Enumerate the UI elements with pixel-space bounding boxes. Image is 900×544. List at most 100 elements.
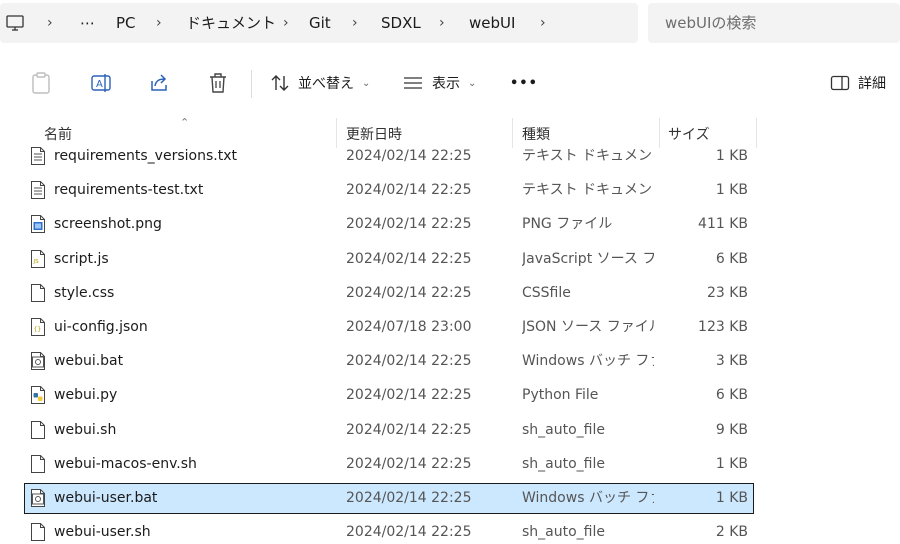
file-type: Python File bbox=[522, 387, 599, 403]
breadcrumb-item-pc[interactable]: PC bbox=[116, 3, 136, 43]
breadcrumb-item-documents[interactable]: ドキュメント bbox=[186, 3, 276, 43]
file-size: 6 KB bbox=[715, 251, 748, 267]
details-label: 詳細 bbox=[858, 76, 886, 92]
sort-button[interactable]: 並べ替え ⌄ bbox=[270, 68, 370, 98]
batch-file-icon bbox=[31, 489, 45, 507]
file-date: 2024/02/14 22:25 bbox=[346, 251, 472, 267]
file-row[interactable]: webui.py 2024/02/14 22:25 Python File 6 KB bbox=[24, 380, 754, 411]
file-row[interactable]: screenshot.png 2024/02/14 22:25 PNG ファイル 41… bbox=[24, 209, 754, 240]
chevron-right-icon[interactable]: › bbox=[283, 3, 289, 43]
blank-file-icon bbox=[31, 421, 45, 439]
rename-button[interactable]: A bbox=[90, 68, 112, 98]
more-options-button[interactable]: ••• bbox=[510, 68, 538, 98]
file-name: webui-macos-env.sh bbox=[54, 456, 197, 472]
file-name: webui-user.sh bbox=[54, 524, 151, 540]
file-size: 1 KB bbox=[715, 456, 748, 472]
share-icon bbox=[151, 74, 167, 91]
json-file-icon: {} bbox=[31, 318, 45, 336]
js-file-icon: JS bbox=[31, 250, 45, 268]
file-name: webui.bat bbox=[54, 353, 124, 369]
details-pane-button[interactable]: 詳細 bbox=[830, 68, 886, 98]
file-type: sh_auto_file bbox=[522, 524, 605, 540]
file-size: 2 KB bbox=[715, 524, 748, 540]
file-type: sh_auto_file bbox=[522, 422, 605, 438]
svg-text:A: A bbox=[96, 79, 103, 90]
rename-icon: A bbox=[91, 74, 111, 92]
file-name: webui.py bbox=[54, 387, 118, 403]
file-size: 1 KB bbox=[715, 490, 748, 506]
breadcrumb-overflow[interactable]: ⋯ bbox=[80, 3, 95, 43]
file-date: 2024/02/14 22:25 bbox=[346, 387, 472, 403]
blank-file-icon bbox=[31, 284, 45, 302]
trash-icon bbox=[210, 73, 226, 93]
file-size: 123 KB bbox=[698, 319, 748, 335]
share-button[interactable] bbox=[148, 68, 170, 98]
python-file-icon bbox=[31, 386, 45, 404]
breadcrumb[interactable]: › ⋯ PC › ドキュメント › Git › SDXL › webUI › bbox=[0, 3, 638, 43]
file-size: 9 KB bbox=[715, 422, 748, 438]
clipboard-icon bbox=[32, 72, 50, 94]
file-row[interactable]: webui-user.sh 2024/02/14 22:25 sh_auto_fil… bbox=[24, 517, 754, 544]
blank-file-icon bbox=[31, 523, 45, 541]
file-date: 2024/02/14 22:25 bbox=[346, 285, 472, 301]
more-icon: ••• bbox=[510, 75, 538, 91]
view-button[interactable]: 表示 ⌄ bbox=[402, 68, 476, 98]
file-row[interactable]: webui.sh 2024/02/14 22:25 sh_auto_file 9 KB bbox=[24, 415, 754, 446]
file-type: JavaScript ソース フ... bbox=[522, 251, 654, 267]
view-label: 表示 bbox=[432, 76, 460, 92]
file-date: 2024/02/14 22:25 bbox=[346, 490, 472, 506]
pc-icon[interactable] bbox=[5, 13, 25, 33]
sort-icon bbox=[271, 75, 289, 91]
chevron-right-icon[interactable]: › bbox=[540, 3, 546, 43]
file-type: CSSfile bbox=[522, 285, 571, 301]
chevron-down-icon: ⌄ bbox=[362, 77, 371, 89]
chevron-right-icon[interactable]: › bbox=[156, 3, 162, 43]
file-row[interactable]: requirements-test.txt 2024/02/14 22:25 テキス… bbox=[24, 175, 754, 206]
paste-button[interactable] bbox=[30, 68, 52, 98]
file-row[interactable]: webui-user.bat 2024/02/14 22:25 Windows バッ… bbox=[24, 483, 754, 514]
file-size: 1 KB bbox=[715, 182, 748, 198]
file-size: 6 KB bbox=[715, 387, 748, 403]
delete-button[interactable] bbox=[207, 68, 229, 98]
blank-file-icon bbox=[31, 455, 45, 473]
file-type: sh_auto_file bbox=[522, 456, 605, 472]
file-type: JSON ソース ファイル bbox=[522, 319, 654, 335]
file-row[interactable]: style.css 2024/02/14 22:25 CSSfile 23 KB bbox=[24, 278, 754, 309]
chevron-right-icon[interactable]: › bbox=[439, 3, 445, 43]
search-input[interactable]: webUIの検索 bbox=[648, 3, 900, 43]
file-type: テキスト ドキュメント bbox=[522, 182, 654, 198]
file-size: 1 KB bbox=[715, 148, 748, 164]
file-name: webui.sh bbox=[54, 422, 117, 438]
file-name: screenshot.png bbox=[54, 216, 162, 232]
column-resize-handle[interactable] bbox=[756, 118, 757, 148]
file-row[interactable]: JS script.js 2024/02/14 22:25 JavaScript ソー… bbox=[24, 244, 754, 275]
chevron-right-icon[interactable]: › bbox=[352, 3, 358, 43]
toolbar-divider bbox=[251, 70, 252, 98]
file-date: 2024/02/14 22:25 bbox=[346, 422, 472, 438]
file-row[interactable]: webui.bat 2024/02/14 22:25 Windows バッチ ファ.… bbox=[24, 346, 754, 377]
chevron-right-icon[interactable]: › bbox=[47, 3, 53, 43]
file-size: 411 KB bbox=[698, 216, 748, 232]
file-type: Windows バッチ ファ... bbox=[522, 353, 654, 369]
file-row[interactable]: requirements_versions.txt 2024/02/14 22:2… bbox=[24, 141, 754, 172]
file-date: 2024/02/14 22:25 bbox=[346, 182, 472, 198]
details-pane-icon bbox=[830, 75, 850, 91]
file-size: 3 KB bbox=[715, 353, 748, 369]
file-row[interactable]: {} ui-config.json 2024/07/18 23:00 JSON ソース… bbox=[24, 312, 754, 343]
breadcrumb-item-webui[interactable]: webUI bbox=[469, 3, 515, 43]
file-type: PNG ファイル bbox=[522, 216, 613, 232]
breadcrumb-item-git[interactable]: Git bbox=[309, 3, 331, 43]
file-row[interactable]: webui-macos-env.sh 2024/02/14 22:25 sh_aut… bbox=[24, 449, 754, 480]
file-name: webui-user.bat bbox=[54, 490, 158, 506]
chevron-down-icon: ⌄ bbox=[468, 77, 477, 89]
file-date: 2024/02/14 22:25 bbox=[346, 524, 472, 540]
breadcrumb-item-sdxl[interactable]: SDXL bbox=[381, 3, 421, 43]
file-name: style.css bbox=[54, 285, 115, 301]
text-file-icon bbox=[31, 147, 45, 165]
file-type: Windows バッチ ファ... bbox=[522, 490, 654, 506]
address-bar: › ⋯ PC › ドキュメント › Git › SDXL › webUI › w… bbox=[0, 0, 900, 48]
file-size: 23 KB bbox=[706, 285, 748, 301]
file-date: 2024/02/14 22:25 bbox=[346, 216, 472, 232]
view-list-icon bbox=[404, 77, 422, 89]
file-name: requirements-test.txt bbox=[54, 182, 204, 198]
